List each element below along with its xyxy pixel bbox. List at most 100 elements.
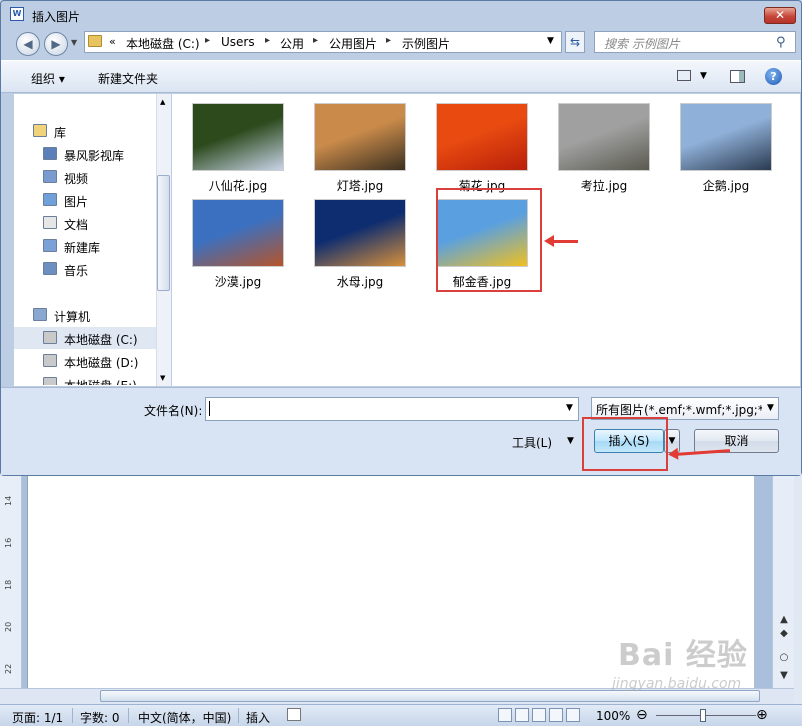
- draft-view-icon[interactable]: [566, 708, 580, 722]
- computer-icon: [33, 308, 47, 321]
- sidebar-item-label: 文档: [64, 218, 89, 232]
- filename-dropdown-icon[interactable]: ▼: [566, 403, 573, 413]
- navigation-scroll-thumb[interactable]: [157, 175, 170, 291]
- outline-view-icon[interactable]: [549, 708, 563, 722]
- status-page[interactable]: 页面: 1/1: [12, 709, 63, 726]
- ruler-mark: 14: [4, 495, 13, 506]
- annotation-highlight-box: [436, 188, 542, 292]
- breadcrumb-overflow[interactable]: «: [109, 35, 116, 48]
- file-name[interactable]: 八仙花.jpg: [183, 177, 293, 194]
- zoom-slider[interactable]: [656, 715, 756, 716]
- ruler-mark: 20: [4, 621, 13, 632]
- file-name[interactable]: 灯塔.jpg: [305, 177, 415, 194]
- scroll-up-icon[interactable]: ▲: [160, 98, 165, 106]
- sidebar-item[interactable]: 视频: [14, 166, 156, 188]
- sidebar-item-label: 视频: [64, 172, 89, 186]
- drive-icon: [43, 377, 57, 385]
- sidebar-item-label: 图片: [64, 195, 89, 209]
- ruler-mark: 22: [4, 663, 13, 674]
- back-button[interactable]: ◀: [16, 32, 40, 56]
- web-layout-icon[interactable]: [532, 708, 546, 722]
- zoom-in-icon[interactable]: ⊕: [756, 707, 768, 723]
- file-name[interactable]: 沙漠.jpg: [183, 273, 293, 290]
- picture-icon: [43, 193, 57, 206]
- sidebar-item-label: 库: [54, 126, 67, 140]
- sidebar-item-label: 本地磁盘 (D:): [64, 356, 139, 370]
- file-thumbnail[interactable]: [436, 103, 528, 171]
- file-thumbnail[interactable]: [558, 103, 650, 171]
- file-thumbnail[interactable]: [192, 103, 284, 171]
- search-placeholder: 搜索 示例图片: [604, 37, 680, 51]
- print-layout-icon[interactable]: [498, 708, 512, 722]
- ruler-mark: 16: [4, 537, 13, 548]
- breadcrumb-chevron-icon[interactable]: ▸: [205, 35, 210, 46]
- breadcrumb-item[interactable]: 本地磁盘 (C:): [126, 35, 200, 52]
- tools-dropdown-icon[interactable]: ▼: [567, 436, 574, 446]
- recent-locations-dropdown[interactable]: ▼: [71, 38, 77, 47]
- sidebar-item[interactable]: 图片: [14, 189, 156, 211]
- scroll-down-icon[interactable]: ▼: [160, 374, 165, 382]
- sidebar-item[interactable]: 新建库: [14, 235, 156, 257]
- video-library-icon: [43, 147, 57, 160]
- tools-menu[interactable]: 工具(L): [512, 434, 552, 451]
- file-type-filter-value: 所有图片(*.emf;*.wmf;*.jpg;*.jp: [596, 403, 762, 417]
- status-divider: [128, 708, 129, 723]
- new-library-icon: [43, 239, 57, 252]
- zoom-level[interactable]: 100%: [596, 709, 630, 723]
- refresh-button[interactable]: ⇆: [565, 31, 585, 53]
- close-button[interactable]: ✕: [764, 7, 796, 24]
- sidebar-item[interactable]: 暴风影视库: [14, 143, 156, 165]
- scroll-up-icon[interactable]: ▲: [776, 614, 792, 625]
- sidebar-item[interactable]: 音乐: [14, 258, 156, 280]
- status-mode[interactable]: 插入: [246, 709, 270, 726]
- sidebar-item[interactable]: 库: [14, 120, 156, 142]
- sidebar-item[interactable]: 文档: [14, 212, 156, 234]
- file-name[interactable]: 水母.jpg: [305, 273, 415, 290]
- folder-icon: [88, 35, 102, 47]
- status-language[interactable]: 中文(简体，中国): [138, 709, 231, 726]
- sidebar-item-label: 音乐: [64, 264, 89, 278]
- sidebar-item[interactable]: 本地磁盘 (E:): [14, 373, 156, 385]
- view-options-dropdown-icon[interactable]: ▼: [700, 71, 707, 81]
- change-view-icon[interactable]: [677, 70, 691, 81]
- video-icon: [43, 170, 57, 183]
- organize-menu[interactable]: 组织 ▾: [31, 70, 65, 87]
- filename-input[interactable]: [205, 397, 579, 421]
- breadcrumb-item[interactable]: Users: [221, 35, 255, 49]
- forward-button[interactable]: ▶: [44, 32, 68, 56]
- breadcrumb-chevron-icon[interactable]: ▸: [265, 35, 270, 46]
- address-dropdown-icon[interactable]: ▼: [547, 36, 554, 46]
- breadcrumb-item[interactable]: 示例图片: [402, 35, 450, 52]
- zoom-out-icon[interactable]: ⊖: [636, 707, 648, 723]
- sidebar-item-label: 本地磁盘 (C:): [64, 333, 138, 347]
- cancel-button[interactable]: 取消: [694, 429, 779, 453]
- filter-dropdown-icon[interactable]: ▼: [767, 403, 774, 413]
- new-folder-button[interactable]: 新建文件夹: [98, 70, 158, 87]
- breadcrumb-item[interactable]: 公用: [280, 35, 304, 52]
- watermark-url: jingyan.baidu.com: [612, 676, 742, 692]
- reading-layout-icon[interactable]: [515, 708, 529, 722]
- status-bar: 页面: 1/1 字数: 0 中文(简体，中国) 插入 100% ⊖ ⊕: [0, 704, 802, 726]
- drive-icon: [43, 354, 57, 367]
- file-thumbnail[interactable]: [314, 199, 406, 267]
- macro-record-icon[interactable]: [287, 708, 301, 721]
- file-name[interactable]: 考拉.jpg: [549, 177, 659, 194]
- search-icon[interactable]: ⚲: [776, 35, 786, 50]
- breadcrumb-chevron-icon[interactable]: ▸: [313, 35, 318, 46]
- help-icon[interactable]: ?: [765, 68, 782, 85]
- watermark-logo: Bai 经验: [618, 638, 748, 673]
- zoom-slider-thumb[interactable]: [700, 709, 706, 722]
- file-thumbnail[interactable]: [314, 103, 406, 171]
- sidebar-item[interactable]: 计算机: [14, 304, 156, 326]
- sidebar-item[interactable]: 本地磁盘 (D:): [14, 350, 156, 372]
- breadcrumb-chevron-icon[interactable]: ▸: [386, 35, 391, 46]
- sidebar-item[interactable]: 本地磁盘 (C:): [14, 327, 156, 349]
- document-icon: [43, 216, 57, 229]
- breadcrumb-item[interactable]: 公用图片: [329, 35, 377, 52]
- file-name[interactable]: 企鹅.jpg: [671, 177, 781, 194]
- status-words[interactable]: 字数: 0: [80, 709, 120, 726]
- file-thumbnail[interactable]: [192, 199, 284, 267]
- preview-pane-icon[interactable]: [730, 70, 745, 83]
- watermark: Bai 经验 jingyan.baidu.com: [612, 626, 802, 702]
- file-thumbnail[interactable]: [680, 103, 772, 171]
